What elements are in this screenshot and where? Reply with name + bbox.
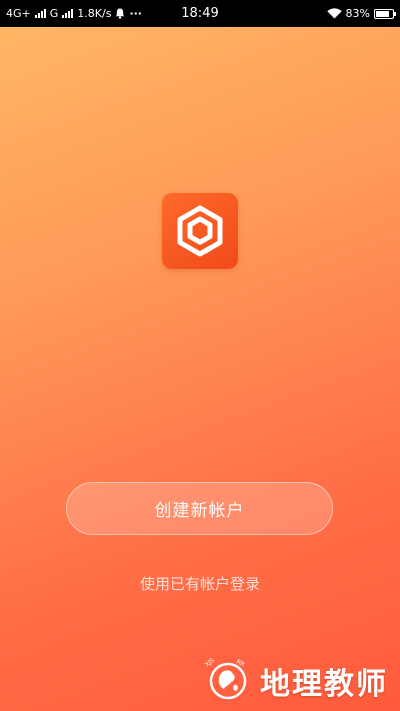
hexagon-logo-icon	[177, 205, 223, 257]
watermark: XJS RR 地理教师	[202, 655, 388, 707]
status-bar: 4G+ G 1.8K/s ··· 18:49 83%	[0, 0, 400, 27]
battery-percent: 83%	[345, 7, 370, 20]
battery-level-fill	[376, 10, 390, 17]
status-right: 83%	[326, 0, 396, 27]
create-account-button[interactable]: 创建新帐户	[66, 482, 333, 535]
watermark-text: 地理教师	[260, 667, 388, 702]
login-existing-account-link[interactable]: 使用已有帐户登录	[0, 573, 400, 594]
create-account-label: 创建新帐户	[154, 501, 245, 521]
wifi-icon	[326, 8, 342, 19]
geography-seal-icon: XJS RR	[204, 657, 247, 700]
svg-text:XJS: XJS	[204, 657, 216, 669]
app-logo-icon	[162, 193, 238, 269]
battery-icon	[374, 8, 396, 19]
